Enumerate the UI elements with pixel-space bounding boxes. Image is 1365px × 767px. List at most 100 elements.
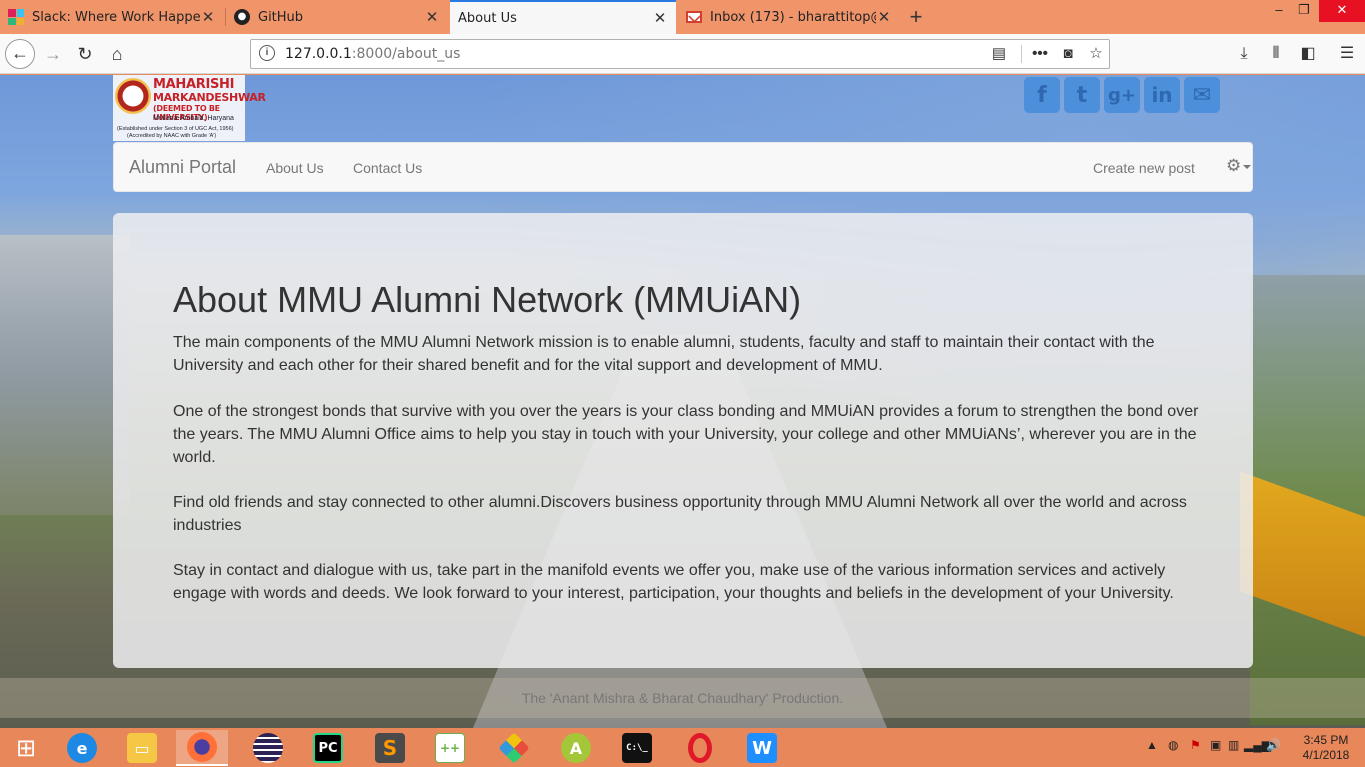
nav-link-contact-us[interactable]: Contact Us (353, 160, 422, 176)
background-parking (0, 235, 130, 515)
reload-button[interactable]: ↻ (70, 39, 100, 69)
firefox-icon (187, 732, 217, 762)
slack-icon (8, 9, 24, 25)
clock-time: 3:45 PM (1303, 733, 1349, 747)
git-icon (498, 732, 530, 764)
clock-date: 4/1/2018 (1302, 748, 1350, 762)
logo-line: (Accredited by NAAC with Grade 'A') (127, 133, 217, 139)
pocket-icon[interactable]: ◙ (1057, 43, 1079, 65)
taskbar-notepad-plus-plus[interactable]: ++ (424, 730, 476, 766)
url-bar[interactable]: i 127.0.0.1:8000/about_us ▤ ••• ◙ ☆ (250, 39, 1110, 69)
minimize-button[interactable]: – (1265, 0, 1293, 22)
clock[interactable]: 3:45 PM 4/1/2018 (1296, 733, 1356, 763)
downloads-icon[interactable]: ⤓ (1233, 43, 1255, 65)
create-post-link[interactable]: Create new post (1093, 160, 1195, 176)
google-plus-icon[interactable]: g+ (1104, 77, 1140, 113)
university-emblem-icon (115, 78, 151, 114)
tab-gmail[interactable]: Inbox (173) - bharattitop@gma ✕ (678, 0, 900, 34)
chevron-down-icon[interactable] (1243, 165, 1251, 169)
file-explorer-icon: ▭ (127, 733, 157, 763)
security-icon[interactable]: ⚑ (1190, 738, 1201, 752)
tab-title: About Us (458, 10, 517, 26)
university-logo[interactable]: MAHARISHI MARKANDESHWAR (DEEMED TO BE UN… (113, 75, 266, 141)
sidebar-icon[interactable]: ◧ (1297, 43, 1319, 65)
taskbar-internet-explorer[interactable]: e (56, 730, 108, 766)
volume-icon[interactable]: 🔊 (1266, 738, 1281, 752)
about-paragraph: Stay in contact and dialogue with us, ta… (173, 562, 1174, 602)
site-navbar: Alumni Portal About Us Contact Us Create… (113, 142, 1253, 192)
command-prompt-icon: C:\_ (622, 733, 652, 763)
forward-button[interactable]: → (38, 39, 68, 69)
page-title: About MMU Alumni Network (MMUiAN) (173, 279, 802, 320)
taskbar-file-explorer[interactable]: ▭ (116, 730, 168, 766)
network-globe-icon[interactable]: ◍ (1168, 738, 1178, 752)
sublime-text-icon: S (375, 733, 405, 763)
close-window-button[interactable]: ✕ (1319, 0, 1365, 22)
about-paragraph: The main components of the MMU Alumni Ne… (173, 334, 1155, 374)
taskbar-firefox[interactable] (176, 730, 228, 766)
menu-icon[interactable]: ☰ (1336, 43, 1358, 65)
show-hidden-icons[interactable]: ▲ (1146, 738, 1158, 752)
home-button[interactable]: ⌂ (102, 39, 132, 69)
back-button[interactable]: ← (5, 39, 35, 69)
gmail-icon (686, 11, 702, 23)
internet-explorer-icon: e (67, 733, 97, 763)
page-actions-icon[interactable]: ••• (1029, 43, 1051, 65)
nav-link-about-us[interactable]: About Us (266, 160, 324, 176)
close-icon[interactable]: ✕ (424, 8, 440, 26)
about-paragraph: One of the strongest bonds that survive … (173, 403, 1199, 466)
logo-line: (Established under Section 3 of UGC Act,… (117, 126, 234, 132)
reader-view-icon[interactable]: ▤ (988, 43, 1010, 65)
tab-slack[interactable]: Slack: Where Work Happens ✕ (0, 0, 224, 34)
library-icon[interactable]: ⫴ (1265, 43, 1287, 65)
close-icon[interactable]: ✕ (652, 9, 668, 27)
tab-title: Slack: Where Work Happens (32, 9, 200, 25)
logo-line: MAHARISHI (153, 77, 235, 92)
windows-taskbar: ⊞ e ▭ PC S ++ A C:\_ W ▲ ◍ ⚑ ▣ ▥ ▂▄▆ 🔊 3… (0, 728, 1365, 767)
page-viewport: MAHARISHI MARKANDESHWAR (DEEMED TO BE UN… (0, 75, 1365, 728)
taskbar-wps[interactable]: W (736, 730, 788, 766)
gear-icon[interactable]: ⚙ (1226, 156, 1241, 176)
url-divider (1021, 45, 1022, 63)
opera-icon (688, 733, 712, 763)
close-icon[interactable]: ✕ (200, 8, 216, 26)
new-tab-button[interactable]: + (904, 4, 928, 30)
twitter-icon[interactable]: t (1064, 77, 1100, 113)
wps-icon: W (747, 733, 777, 763)
maximize-button[interactable]: ❐ (1290, 0, 1318, 22)
android-studio-icon: A (561, 733, 591, 763)
taskbar-command-prompt[interactable]: C:\_ (611, 730, 663, 766)
navbar-brand[interactable]: Alumni Portal (129, 157, 236, 178)
windows-logo-icon: ⊞ (15, 734, 37, 762)
about-paragraph: Find old friends and stay connected to o… (173, 494, 1187, 534)
close-icon[interactable]: ✕ (876, 8, 892, 26)
info-icon[interactable]: i (259, 45, 275, 61)
tray-app-icon[interactable]: ▥ (1228, 738, 1239, 752)
footer-text: The 'Anant Mishra & Bharat Chaudhary' Pr… (521, 690, 844, 706)
tab-about-us[interactable]: About Us ✕ (450, 0, 676, 34)
taskbar-pycharm[interactable]: PC (302, 730, 354, 766)
taskbar-eclipse[interactable] (242, 730, 294, 766)
start-button[interactable]: ⊞ (0, 730, 52, 766)
notepad-plus-plus-icon: ++ (435, 733, 465, 763)
taskbar-opera[interactable] (674, 730, 726, 766)
browser-tab-strip: Slack: Where Work Happens ✕ ● GitHub ✕ A… (0, 0, 1365, 34)
taskbar-android-studio[interactable]: A (550, 730, 602, 766)
tray-app-icon[interactable]: ▣ (1210, 738, 1221, 752)
tab-title: Inbox (173) - bharattitop@gma (710, 9, 876, 25)
email-icon[interactable]: ✉ (1184, 77, 1220, 113)
url-text[interactable]: 127.0.0.1:8000/about_us (285, 46, 460, 62)
pycharm-icon: PC (313, 733, 343, 763)
bookmark-star-icon[interactable]: ☆ (1085, 43, 1107, 65)
eclipse-icon (253, 733, 283, 763)
tab-title: GitHub (258, 9, 304, 25)
browser-navbar: ← → ↻ ⌂ i 127.0.0.1:8000/about_us ▤ ••• … (0, 34, 1365, 74)
taskbar-git[interactable] (488, 730, 540, 766)
logo-line: Mullana-Ambala, Haryana (153, 115, 234, 122)
facebook-icon[interactable]: f (1024, 77, 1060, 113)
tab-github[interactable]: ● GitHub ✕ (226, 0, 448, 34)
about-panel: About MMU Alumni Network (MMUiAN) The ma… (113, 213, 1253, 668)
taskbar-sublime-text[interactable]: S (364, 730, 416, 766)
linkedin-icon[interactable]: in (1144, 77, 1180, 113)
logo-line: MARKANDESHWAR (153, 91, 266, 104)
